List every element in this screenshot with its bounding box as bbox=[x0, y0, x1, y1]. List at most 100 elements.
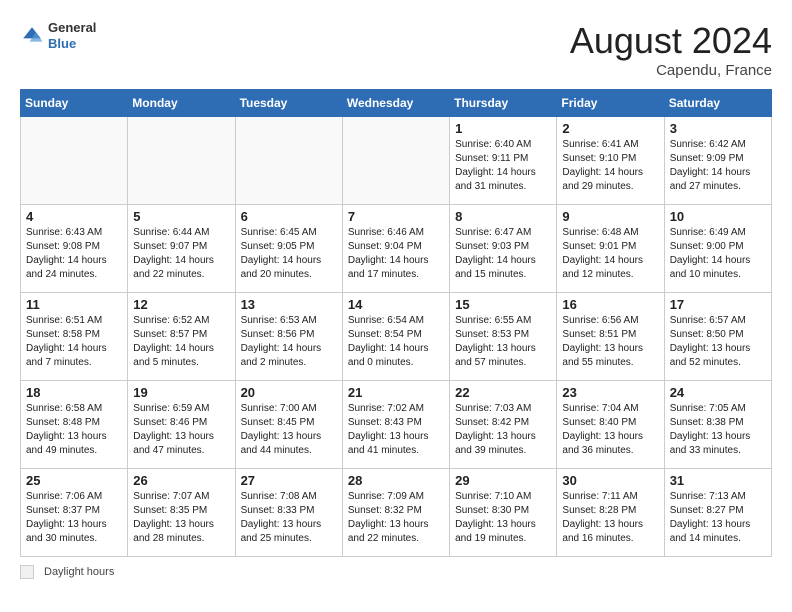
day-number: 14 bbox=[348, 297, 444, 312]
calendar-cell: 29Sunrise: 7:10 AMSunset: 8:30 PMDayligh… bbox=[450, 469, 557, 557]
calendar-header: SundayMondayTuesdayWednesdayThursdayFrid… bbox=[21, 90, 772, 117]
day-info: Sunrise: 6:55 AMSunset: 8:53 PMDaylight:… bbox=[455, 314, 551, 370]
day-number: 24 bbox=[670, 385, 766, 400]
day-number: 23 bbox=[562, 385, 658, 400]
day-number: 22 bbox=[455, 385, 551, 400]
day-number: 7 bbox=[348, 209, 444, 224]
calendar-cell: 7 Sunrise: 6:46 AMSunset: 9:04 PMDaylight… bbox=[342, 205, 449, 293]
day-header-monday: Monday bbox=[128, 90, 235, 117]
day-info: Sunrise: 7:10 AMSunset: 8:30 PMDaylight:… bbox=[455, 490, 551, 546]
calendar-cell: 10 Sunrise: 6:49 AMSunset: 9:00 PMDayligh… bbox=[664, 205, 771, 293]
day-number: 3 bbox=[670, 121, 766, 136]
daylight-box bbox=[20, 565, 34, 579]
day-header-thursday: Thursday bbox=[450, 90, 557, 117]
week-row-4: 18 Sunrise: 6:58 AMSunset: 8:48 PMDayligh… bbox=[21, 381, 772, 469]
logo-general: General bbox=[48, 20, 96, 36]
day-info: Sunrise: 6:48 AMSunset: 9:01 PMDaylight:… bbox=[562, 226, 658, 282]
calendar-cell: 8 Sunrise: 6:47 AMSunset: 9:03 PMDaylight… bbox=[450, 205, 557, 293]
calendar-body: 1 Sunrise: 6:40 AMSunset: 9:11 PMDaylight… bbox=[21, 117, 772, 557]
calendar-cell: 6 Sunrise: 6:45 AMSunset: 9:05 PMDaylight… bbox=[235, 205, 342, 293]
calendar-cell: 3 Sunrise: 6:42 AMSunset: 9:09 PMDaylight… bbox=[664, 117, 771, 205]
week-row-2: 4Sunrise: 6:43 AMSunset: 9:08 PMDaylight… bbox=[21, 205, 772, 293]
day-info: Sunrise: 6:53 AMSunset: 8:56 PMDaylight:… bbox=[241, 314, 337, 370]
calendar-cell: 27 Sunrise: 7:08 AMSunset: 8:33 PMDayligh… bbox=[235, 469, 342, 557]
calendar-cell: 23 Sunrise: 7:04 AMSunset: 8:40 PMDayligh… bbox=[557, 381, 664, 469]
title-block: August 2024 Capendu, France bbox=[570, 20, 772, 79]
daylight-label: Daylight hours bbox=[44, 566, 114, 578]
calendar-cell: 9 Sunrise: 6:48 AMSunset: 9:01 PMDaylight… bbox=[557, 205, 664, 293]
day-info: Sunrise: 7:11 AMSunset: 8:28 PMDaylight:… bbox=[562, 490, 658, 546]
day-number: 31 bbox=[670, 473, 766, 488]
calendar-cell: 13Sunrise: 6:53 AMSunset: 8:56 PMDayligh… bbox=[235, 293, 342, 381]
day-info: Sunrise: 6:58 AMSunset: 8:48 PMDaylight:… bbox=[26, 402, 122, 458]
day-number: 28 bbox=[348, 473, 444, 488]
day-info: Sunrise: 7:03 AMSunset: 8:42 PMDaylight:… bbox=[455, 402, 551, 458]
day-info: Sunrise: 7:07 AMSunset: 8:35 PMDaylight:… bbox=[133, 490, 229, 546]
day-number: 12 bbox=[133, 297, 229, 312]
day-header-saturday: Saturday bbox=[664, 90, 771, 117]
calendar-cell: 24 Sunrise: 7:05 AMSunset: 8:38 PMDayligh… bbox=[664, 381, 771, 469]
calendar-cell: 19Sunrise: 6:59 AMSunset: 8:46 PMDayligh… bbox=[128, 381, 235, 469]
day-info: Sunrise: 7:05 AMSunset: 8:38 PMDaylight:… bbox=[670, 402, 766, 458]
day-number: 20 bbox=[241, 385, 337, 400]
calendar-cell bbox=[21, 117, 128, 205]
day-info: Sunrise: 6:42 AMSunset: 9:09 PMDaylight:… bbox=[670, 138, 766, 194]
calendar-cell bbox=[342, 117, 449, 205]
day-number: 19 bbox=[133, 385, 229, 400]
day-info: Sunrise: 6:51 AMSunset: 8:58 PMDaylight:… bbox=[26, 314, 122, 370]
day-info: Sunrise: 6:47 AMSunset: 9:03 PMDaylight:… bbox=[455, 226, 551, 282]
day-number: 10 bbox=[670, 209, 766, 224]
location: Capendu, France bbox=[570, 62, 772, 79]
calendar-cell: 21 Sunrise: 7:02 AMSunset: 8:43 PMDayligh… bbox=[342, 381, 449, 469]
day-info: Sunrise: 7:13 AMSunset: 8:27 PMDaylight:… bbox=[670, 490, 766, 546]
calendar-cell: 28 Sunrise: 7:09 AMSunset: 8:32 PMDayligh… bbox=[342, 469, 449, 557]
calendar-cell: 31 Sunrise: 7:13 AMSunset: 8:27 PMDayligh… bbox=[664, 469, 771, 557]
calendar-table: SundayMondayTuesdayWednesdayThursdayFrid… bbox=[20, 89, 772, 557]
logo-text: General Blue bbox=[48, 20, 96, 51]
day-header-sunday: Sunday bbox=[21, 90, 128, 117]
day-info: Sunrise: 6:41 AMSunset: 9:10 PMDaylight:… bbox=[562, 138, 658, 194]
logo-icon bbox=[20, 24, 44, 48]
calendar-cell: 16 Sunrise: 6:56 AMSunset: 8:51 PMDayligh… bbox=[557, 293, 664, 381]
day-number: 8 bbox=[455, 209, 551, 224]
calendar-cell: 18 Sunrise: 6:58 AMSunset: 8:48 PMDayligh… bbox=[21, 381, 128, 469]
calendar-cell bbox=[235, 117, 342, 205]
calendar-cell: 25Sunrise: 7:06 AMSunset: 8:37 PMDayligh… bbox=[21, 469, 128, 557]
day-info: Sunrise: 7:09 AMSunset: 8:32 PMDaylight:… bbox=[348, 490, 444, 546]
day-info: Sunrise: 7:02 AMSunset: 8:43 PMDaylight:… bbox=[348, 402, 444, 458]
day-number: 27 bbox=[241, 473, 337, 488]
day-number: 11 bbox=[26, 297, 122, 312]
calendar-cell: 30 Sunrise: 7:11 AMSunset: 8:28 PMDayligh… bbox=[557, 469, 664, 557]
calendar-cell: 1 Sunrise: 6:40 AMSunset: 9:11 PMDaylight… bbox=[450, 117, 557, 205]
calendar-cell: 11 Sunrise: 6:51 AMSunset: 8:58 PMDayligh… bbox=[21, 293, 128, 381]
day-number: 6 bbox=[241, 209, 337, 224]
day-info: Sunrise: 6:54 AMSunset: 8:54 PMDaylight:… bbox=[348, 314, 444, 370]
day-info: Sunrise: 7:04 AMSunset: 8:40 PMDaylight:… bbox=[562, 402, 658, 458]
day-number: 1 bbox=[455, 121, 551, 136]
calendar-cell: 12Sunrise: 6:52 AMSunset: 8:57 PMDayligh… bbox=[128, 293, 235, 381]
day-number: 30 bbox=[562, 473, 658, 488]
day-number: 21 bbox=[348, 385, 444, 400]
calendar-cell: 20Sunrise: 7:00 AMSunset: 8:45 PMDayligh… bbox=[235, 381, 342, 469]
day-number: 9 bbox=[562, 209, 658, 224]
week-row-1: 1 Sunrise: 6:40 AMSunset: 9:11 PMDaylight… bbox=[21, 117, 772, 205]
day-number: 5 bbox=[133, 209, 229, 224]
day-number: 16 bbox=[562, 297, 658, 312]
page-header: General Blue August 2024 Capendu, France bbox=[20, 20, 772, 79]
day-info: Sunrise: 6:40 AMSunset: 9:11 PMDaylight:… bbox=[455, 138, 551, 194]
footer: Daylight hours bbox=[20, 565, 772, 579]
day-info: Sunrise: 7:08 AMSunset: 8:33 PMDaylight:… bbox=[241, 490, 337, 546]
day-number: 18 bbox=[26, 385, 122, 400]
day-number: 15 bbox=[455, 297, 551, 312]
day-header-friday: Friday bbox=[557, 90, 664, 117]
day-info: Sunrise: 6:46 AMSunset: 9:04 PMDaylight:… bbox=[348, 226, 444, 282]
day-number: 26 bbox=[133, 473, 229, 488]
day-info: Sunrise: 6:56 AMSunset: 8:51 PMDaylight:… bbox=[562, 314, 658, 370]
calendar-cell: 14 Sunrise: 6:54 AMSunset: 8:54 PMDayligh… bbox=[342, 293, 449, 381]
calendar-cell: 4Sunrise: 6:43 AMSunset: 9:08 PMDaylight… bbox=[21, 205, 128, 293]
day-info: Sunrise: 6:49 AMSunset: 9:00 PMDaylight:… bbox=[670, 226, 766, 282]
day-info: Sunrise: 6:45 AMSunset: 9:05 PMDaylight:… bbox=[241, 226, 337, 282]
day-header-tuesday: Tuesday bbox=[235, 90, 342, 117]
month-year: August 2024 bbox=[570, 20, 772, 62]
week-row-3: 11 Sunrise: 6:51 AMSunset: 8:58 PMDayligh… bbox=[21, 293, 772, 381]
